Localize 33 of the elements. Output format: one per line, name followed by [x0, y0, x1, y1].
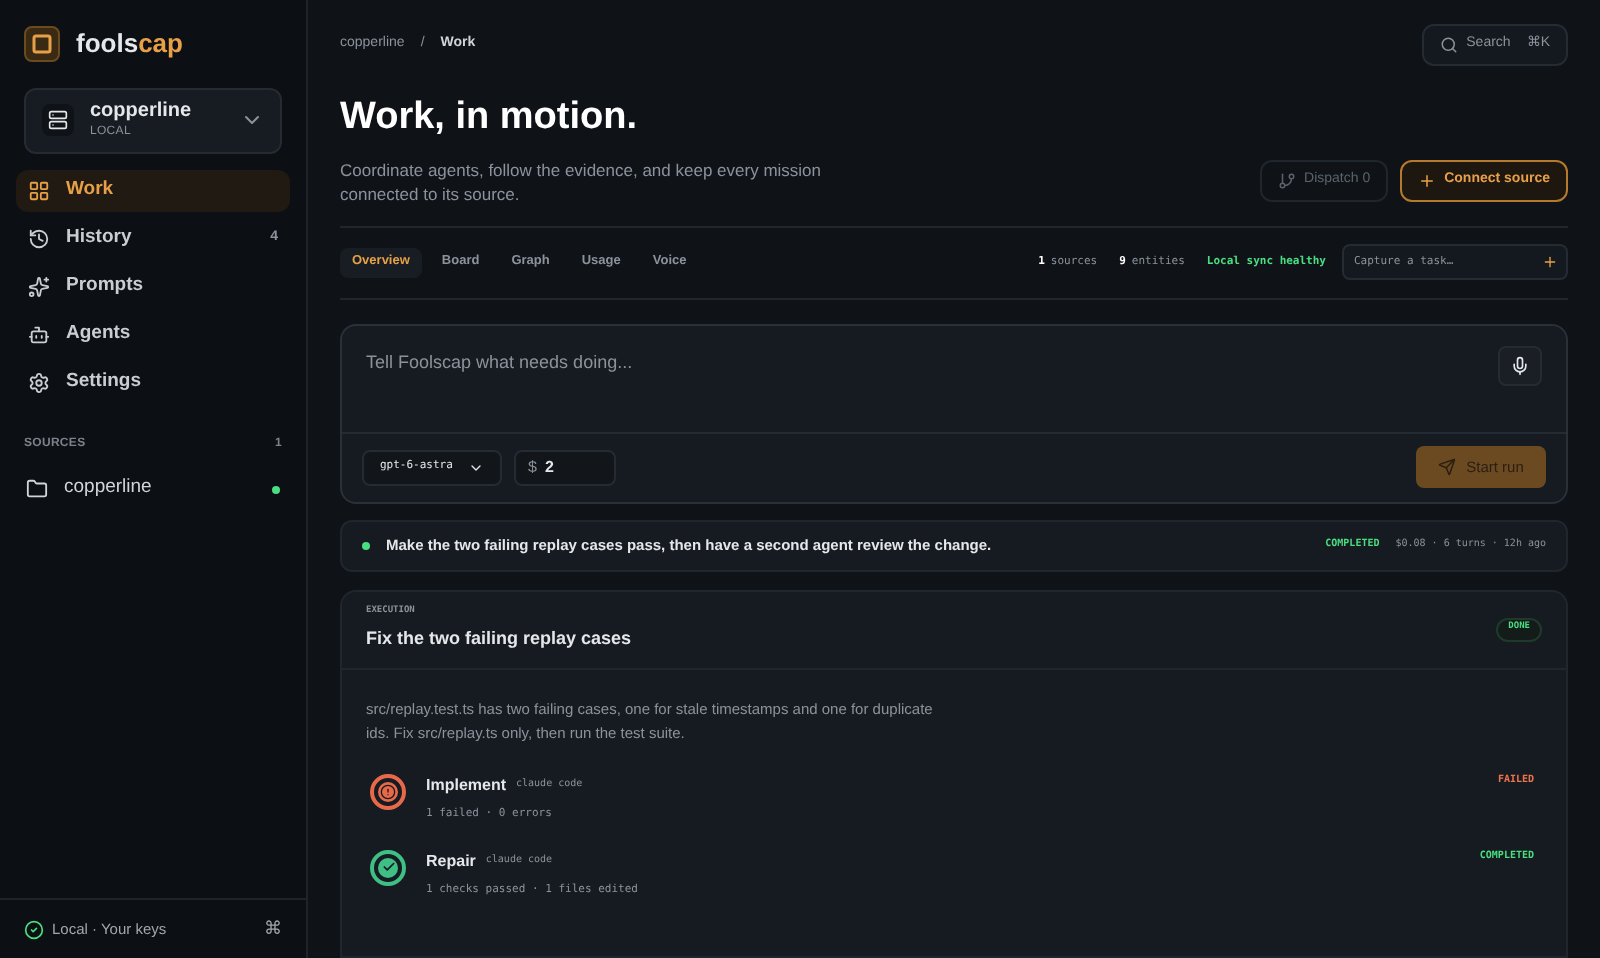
workspace-name: copperline	[90, 102, 194, 122]
step-name: Implement	[426, 773, 507, 797]
check-circle-icon	[24, 919, 44, 939]
prompt-field[interactable]: Tell Foolscap what needs doing...	[366, 349, 1498, 376]
brand-name: foolscap	[76, 26, 183, 62]
alert-status-icon	[370, 773, 406, 809]
shortcut-key[interactable]: ⌘	[264, 915, 282, 943]
history-icon	[28, 227, 50, 249]
nav-item[interactable]: Settings	[16, 361, 290, 403]
nav-item[interactable]: Work	[16, 169, 290, 211]
folder-icon	[26, 478, 48, 500]
grid-icon	[28, 179, 50, 201]
search-icon	[1440, 36, 1459, 54]
microphone-button[interactable]	[1498, 345, 1542, 385]
gear-icon	[28, 371, 50, 393]
server-icon	[42, 104, 74, 136]
sparkle-icon	[28, 275, 50, 297]
page-subtitle: Coordinate agents, follow the evidence, and keep every mission connected to its source.	[340, 157, 824, 205]
budget-field[interactable]: $ 2	[514, 449, 616, 485]
branch-icon	[1278, 171, 1297, 189]
source-item[interactable]: copperline	[16, 469, 290, 509]
check-status-icon	[370, 849, 406, 886]
nav-item[interactable]: Prompts	[16, 265, 290, 307]
robot-icon	[28, 323, 50, 345]
plus-icon[interactable]	[1542, 254, 1558, 270]
send-icon	[1438, 458, 1457, 476]
nav-item[interactable]: Agents	[16, 313, 290, 355]
microphone-icon	[1510, 355, 1530, 375]
logo-icon	[24, 25, 60, 62]
plus-icon	[1418, 171, 1437, 189]
execution-title: Fix the two failing replay cases	[366, 625, 632, 652]
step-name: Repair	[426, 849, 476, 874]
page-title: Work, in motion.	[340, 94, 639, 142]
